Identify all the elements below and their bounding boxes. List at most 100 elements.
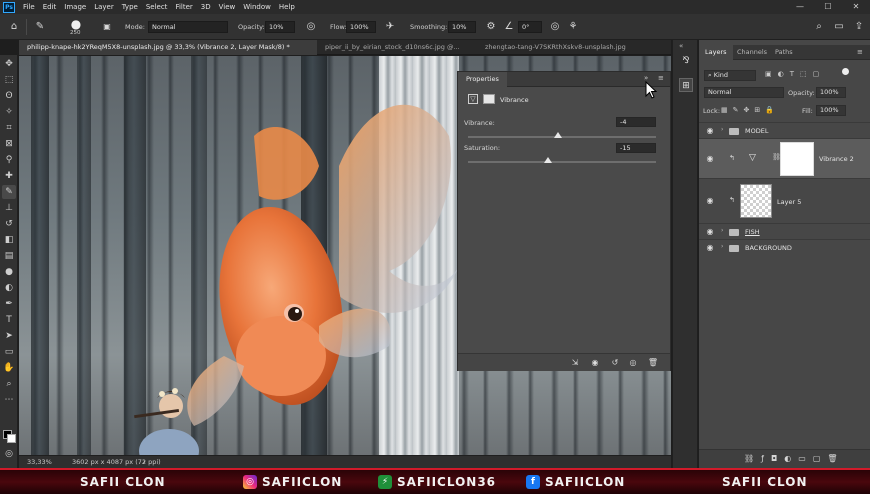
search-icon[interactable]: ⌕: [811, 19, 827, 35]
more-tools-icon[interactable]: ⋯: [2, 393, 16, 407]
zoom-tool-icon[interactable]: ⌕: [2, 377, 16, 391]
gear-icon[interactable]: ⚙: [483, 19, 499, 35]
mode-select[interactable]: Normal: [148, 21, 228, 33]
magic-wand-tool-icon[interactable]: ✧: [2, 105, 16, 119]
collapse-dock-icon[interactable]: «: [679, 42, 683, 50]
visibility-eye-icon[interactable]: ◉: [705, 196, 715, 205]
menu-help[interactable]: Help: [275, 0, 299, 14]
blur-tool-icon[interactable]: ●: [2, 265, 16, 279]
menu-file[interactable]: File: [19, 0, 39, 14]
dodge-tool-icon[interactable]: ◐: [2, 281, 16, 295]
visibility-eye-icon[interactable]: ◉: [705, 227, 715, 236]
brush-tool-icon[interactable]: ✎: [2, 185, 16, 199]
tab-document-3[interactable]: zhengtao-tang-V7SKRthXskv8-unsplash.jpg: [477, 40, 667, 55]
workspace-icon[interactable]: ▭: [831, 19, 847, 35]
stamp-tool-icon[interactable]: ⊥: [2, 201, 16, 215]
history-brush-icon[interactable]: ↺: [2, 217, 16, 231]
layer-row-vibrance[interactable]: ◉ ↰ ▽ ⛓ Vibrance 2: [699, 138, 870, 178]
menu-view[interactable]: View: [215, 0, 240, 14]
tab-paths[interactable]: Paths: [769, 45, 799, 60]
symmetry-icon[interactable]: ⚘: [565, 19, 581, 35]
quick-mask-icon[interactable]: ◎: [2, 447, 16, 461]
zoom-level[interactable]: 33,33%: [27, 456, 52, 468]
hand-tool-icon[interactable]: ✋: [2, 361, 16, 375]
status-more-icon[interactable]: ›: [143, 456, 146, 468]
visibility-icon[interactable]: ◎: [626, 356, 640, 370]
shape-tool-icon[interactable]: ▭: [2, 345, 16, 359]
filter-kind-select[interactable]: ⌕ Kind: [704, 70, 756, 81]
menu-window[interactable]: Window: [239, 0, 275, 14]
tab-document-active[interactable]: philipp-knape-hk2YReqM5X8-unsplash.jpg @…: [19, 40, 317, 55]
menu-filter[interactable]: Filter: [171, 0, 196, 14]
share-icon[interactable]: ⇪: [851, 19, 867, 35]
crop-tool-icon[interactable]: ⌗: [2, 121, 16, 135]
layer-thumbnail[interactable]: [740, 184, 772, 218]
expand-arrow-icon[interactable]: ›: [721, 227, 723, 234]
marquee-tool-icon[interactable]: ⬚: [2, 73, 16, 87]
saturation-slider[interactable]: [468, 161, 656, 163]
saturation-field[interactable]: -15: [616, 143, 656, 153]
layer-opacity-field[interactable]: 100%: [816, 87, 846, 98]
layer-row-layer5[interactable]: ◉ ↰ Layer 5: [699, 178, 870, 223]
path-selection-icon[interactable]: ➤: [2, 329, 16, 343]
lock-options-icons[interactable]: ▦✎✥⊞🔒: [721, 106, 779, 114]
move-tool-icon[interactable]: ✥: [2, 57, 16, 71]
maximize-button[interactable]: ☐: [814, 0, 842, 14]
layer-row-fish[interactable]: ◉ › FISH: [699, 223, 870, 239]
type-tool-icon[interactable]: T: [2, 313, 16, 327]
angle-field[interactable]: 0°: [518, 21, 542, 33]
canvas-area[interactable]: Properties » ≡ ▽ Vibrance Vibrance: -4 S…: [19, 56, 671, 455]
visibility-eye-icon[interactable]: ◉: [705, 243, 715, 252]
healing-tool-icon[interactable]: ✚: [2, 169, 16, 183]
reset-icon[interactable]: ↺: [608, 356, 622, 370]
background-color-swatch[interactable]: [7, 434, 16, 443]
clip-to-layer-icon[interactable]: ⇲: [568, 356, 582, 370]
view-previous-icon[interactable]: ◉: [588, 356, 602, 370]
menu-select[interactable]: Select: [142, 0, 172, 14]
layer-actions-icons[interactable]: ⛓ƒ◘◐▭▢🗑: [744, 454, 845, 463]
document-info[interactable]: 3602 px x 4087 px (72 ppi): [72, 456, 161, 468]
properties-tab[interactable]: Properties: [458, 72, 507, 87]
eraser-tool-icon[interactable]: ◧: [2, 233, 16, 247]
menu-3d[interactable]: 3D: [197, 0, 215, 14]
brush-icon[interactable]: ✎: [32, 19, 48, 35]
layer-mask-icon[interactable]: [483, 94, 495, 104]
frame-tool-icon[interactable]: ⊠: [2, 137, 16, 151]
menu-layer[interactable]: Layer: [90, 0, 118, 14]
menu-type[interactable]: Type: [118, 0, 142, 14]
brush-settings-icon[interactable]: ▣: [99, 19, 115, 35]
tab-document-2[interactable]: piper_ii_by_eirian_stock_d10ns6c.jpg @..…: [317, 40, 475, 55]
expand-arrow-icon[interactable]: ›: [721, 126, 723, 133]
delete-icon[interactable]: 🗑: [646, 356, 660, 370]
expand-arrow-icon[interactable]: ›: [721, 243, 723, 250]
layer-fill-field[interactable]: 100%: [816, 105, 846, 116]
saturation-slider-thumb[interactable]: [543, 157, 552, 163]
history-panel-icon[interactable]: ⅋: [679, 54, 693, 68]
gradient-tool-icon[interactable]: ▤: [2, 249, 16, 263]
vibrance-slider-thumb[interactable]: [554, 132, 563, 138]
pressure-opacity-icon[interactable]: ◎: [303, 19, 319, 35]
filter-toggle-icon[interactable]: [842, 68, 849, 75]
pen-tool-icon[interactable]: ✒: [2, 297, 16, 311]
vibrance-field[interactable]: -4: [616, 117, 656, 127]
layer-row-background[interactable]: ◉ › BACKGROUND: [699, 239, 870, 255]
airbrush-icon[interactable]: ✈: [382, 19, 398, 35]
close-button[interactable]: ✕: [842, 0, 870, 14]
opacity-field[interactable]: 10%: [265, 21, 295, 33]
minimize-button[interactable]: —: [786, 0, 814, 14]
blend-mode-select[interactable]: Normal: [704, 87, 784, 98]
tab-channels[interactable]: Channels: [731, 45, 773, 60]
visibility-eye-icon[interactable]: ◉: [705, 126, 715, 135]
eyedropper-tool-icon[interactable]: ⚲: [2, 153, 16, 167]
smoothing-field[interactable]: 10%: [448, 21, 476, 33]
tab-layers[interactable]: Layers: [699, 45, 733, 60]
layers-panel-menu-icon[interactable]: ≡: [857, 48, 863, 56]
visibility-eye-icon[interactable]: ◉: [705, 154, 715, 163]
menu-edit[interactable]: Edit: [39, 0, 61, 14]
flow-field[interactable]: 100%: [346, 21, 376, 33]
filter-type-icons[interactable]: ▣◐T⬚▢: [765, 70, 825, 78]
menu-image[interactable]: Image: [60, 0, 90, 14]
pressure-size-icon[interactable]: ◎: [547, 19, 563, 35]
home-icon[interactable]: ⌂: [6, 19, 22, 35]
properties-panel-icon[interactable]: ⊞: [679, 78, 693, 92]
